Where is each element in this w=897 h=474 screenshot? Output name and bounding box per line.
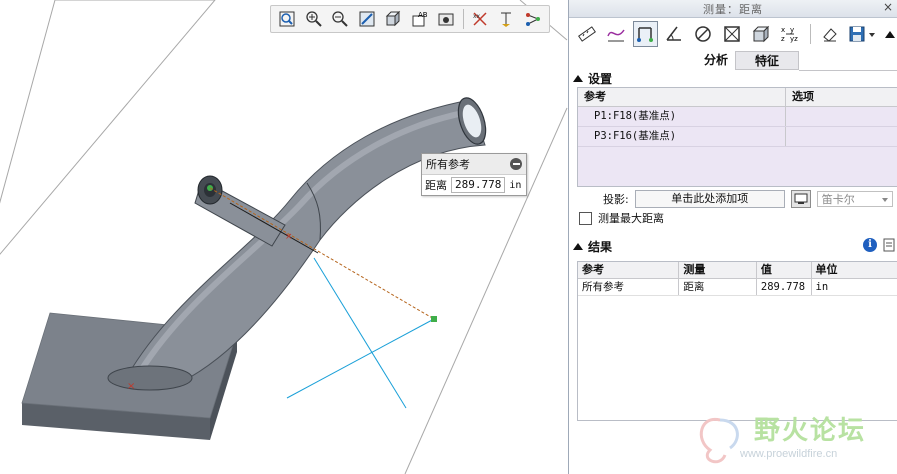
csys-marker: ×	[127, 381, 135, 392]
zoom-out-icon[interactable]	[328, 7, 353, 31]
diameter-tool-icon[interactable]	[691, 21, 716, 47]
area-tool-icon[interactable]	[720, 21, 745, 47]
measure-dialog: 测量：距离 × x y z yz 分析 特征 设置 参考 选项 P1:F18(基…	[568, 0, 897, 474]
view-manager-icon[interactable]	[434, 7, 459, 31]
result-value-cell: 289.778	[757, 279, 812, 295]
svg-text:xx: xx	[473, 13, 481, 20]
collapse-triangle-icon	[573, 243, 583, 250]
main-pipe-body	[124, 99, 486, 386]
svg-text:y: y	[790, 26, 794, 34]
forum-watermark: 野火论坛 www.proewildfire.cn	[690, 408, 897, 474]
coordinate-system-select[interactable]: 笛卡尔	[816, 191, 893, 207]
results-section-header[interactable]: 结果	[573, 238, 612, 255]
watermark-url: www.proewildfire.cn	[740, 448, 838, 460]
table-row[interactable]: P3:F16(基准点)	[578, 127, 897, 147]
watermark-name: 野火论坛	[754, 416, 867, 446]
table-row[interactable]: 所有参考 距离 289.778 in	[578, 279, 897, 296]
export-results-icon[interactable]	[883, 238, 897, 252]
view-toolbar: AB xx	[270, 5, 550, 33]
clear-tool-icon[interactable]	[817, 21, 842, 47]
model-viewport[interactable]: × × AB xx 所有参考 距离 289.778 in	[0, 0, 570, 474]
max-distance-row: 测量最大距离	[579, 210, 664, 226]
column-value: 值	[757, 262, 812, 278]
pipe-base-intersection	[107, 365, 193, 391]
watermark-logo-icon	[699, 417, 739, 464]
result-reference-cell: 所有参考	[578, 279, 680, 295]
annotation-display-icon[interactable]	[520, 7, 545, 31]
tab-feature[interactable]: 特征	[735, 51, 799, 70]
collapse-toolbar-icon[interactable]	[883, 21, 897, 47]
model-scene[interactable]: × ×	[0, 0, 570, 474]
results-table[interactable]: 参考 测量 值 单位 所有参考 距离 289.778 in	[577, 261, 897, 421]
column-unit: 单位	[815, 263, 838, 276]
tab-analysis[interactable]: 分析	[697, 51, 735, 70]
popup-value: 289.778	[451, 177, 506, 193]
projection-row: 投影: 单击此处添加项 笛卡尔	[603, 190, 897, 208]
svg-text:yz: yz	[790, 35, 798, 43]
length-tool-icon[interactable]	[575, 21, 600, 47]
repaint-icon[interactable]	[355, 7, 380, 31]
close-icon[interactable]: ×	[883, 0, 893, 14]
curve-length-tool-icon[interactable]	[604, 21, 629, 47]
table-row[interactable]: P1:F18(基准点)	[578, 107, 897, 127]
results-heading: 结果	[588, 240, 613, 254]
column-reference: 参考	[578, 88, 786, 106]
dialog-title: 测量：距离	[703, 3, 763, 16]
datum-axis-1	[313, 257, 407, 409]
dialog-title-bar[interactable]: 测量：距离 ×	[569, 0, 897, 18]
datum-point-p3[interactable]	[431, 316, 437, 322]
svg-text:AB: AB	[418, 11, 428, 19]
result-measure-cell: 距离	[679, 279, 757, 295]
save-tool-icon[interactable]	[846, 21, 879, 47]
datum-plane-edge	[0, 0, 216, 255]
svg-text:×: ×	[285, 232, 293, 242]
popup-unit: in	[509, 179, 522, 191]
result-unit-cell: in	[815, 281, 829, 293]
projection-direction-button[interactable]	[790, 190, 811, 208]
references-table[interactable]: 参考 选项 P1:F18(基准点) P3:F16(基准点)	[577, 87, 897, 187]
collapse-icon[interactable]	[510, 158, 522, 170]
angle-tool-icon[interactable]	[662, 21, 687, 47]
display-style-icon[interactable]	[381, 7, 406, 31]
projection-collector[interactable]: 单击此处添加项	[634, 190, 785, 208]
datum-display-icon[interactable]: xx	[467, 7, 492, 31]
spin-center-icon[interactable]	[494, 7, 519, 31]
svg-text:z: z	[781, 35, 785, 43]
measure-result-popup[interactable]: 所有参考 距离 289.778 in	[421, 153, 527, 196]
saved-views-icon[interactable]: AB	[408, 7, 433, 31]
reference-cell: P1:F18(基准点)	[578, 107, 786, 126]
distance-tool-icon[interactable]	[632, 21, 658, 47]
popup-title: 所有参考	[426, 158, 470, 171]
settings-section-header[interactable]: 设置	[573, 70, 612, 87]
max-distance-checkbox[interactable]	[579, 211, 592, 225]
collapse-triangle-icon	[573, 75, 583, 82]
info-icon[interactable]: i	[863, 238, 877, 252]
max-distance-label: 测量最大距离	[598, 212, 664, 225]
dialog-tabs: 分析 特征	[569, 51, 897, 71]
measure-tool-row: x y z yz	[575, 20, 897, 48]
transform-tool-icon[interactable]: x y z yz	[778, 21, 803, 47]
zoom-fit-icon[interactable]	[275, 7, 300, 31]
reference-cell: P3:F16(基准点)	[578, 127, 786, 146]
volume-tool-icon[interactable]	[749, 21, 774, 47]
datum-axis-2	[286, 318, 435, 399]
popup-label: 距离	[425, 179, 447, 192]
settings-heading: 设置	[588, 72, 613, 86]
svg-text:x: x	[781, 26, 785, 34]
zoom-in-icon[interactable]	[302, 7, 327, 31]
column-options: 选项	[792, 90, 814, 103]
column-reference: 参考	[578, 262, 680, 278]
projection-label: 投影:	[603, 193, 629, 206]
column-measure: 测量	[679, 262, 757, 278]
